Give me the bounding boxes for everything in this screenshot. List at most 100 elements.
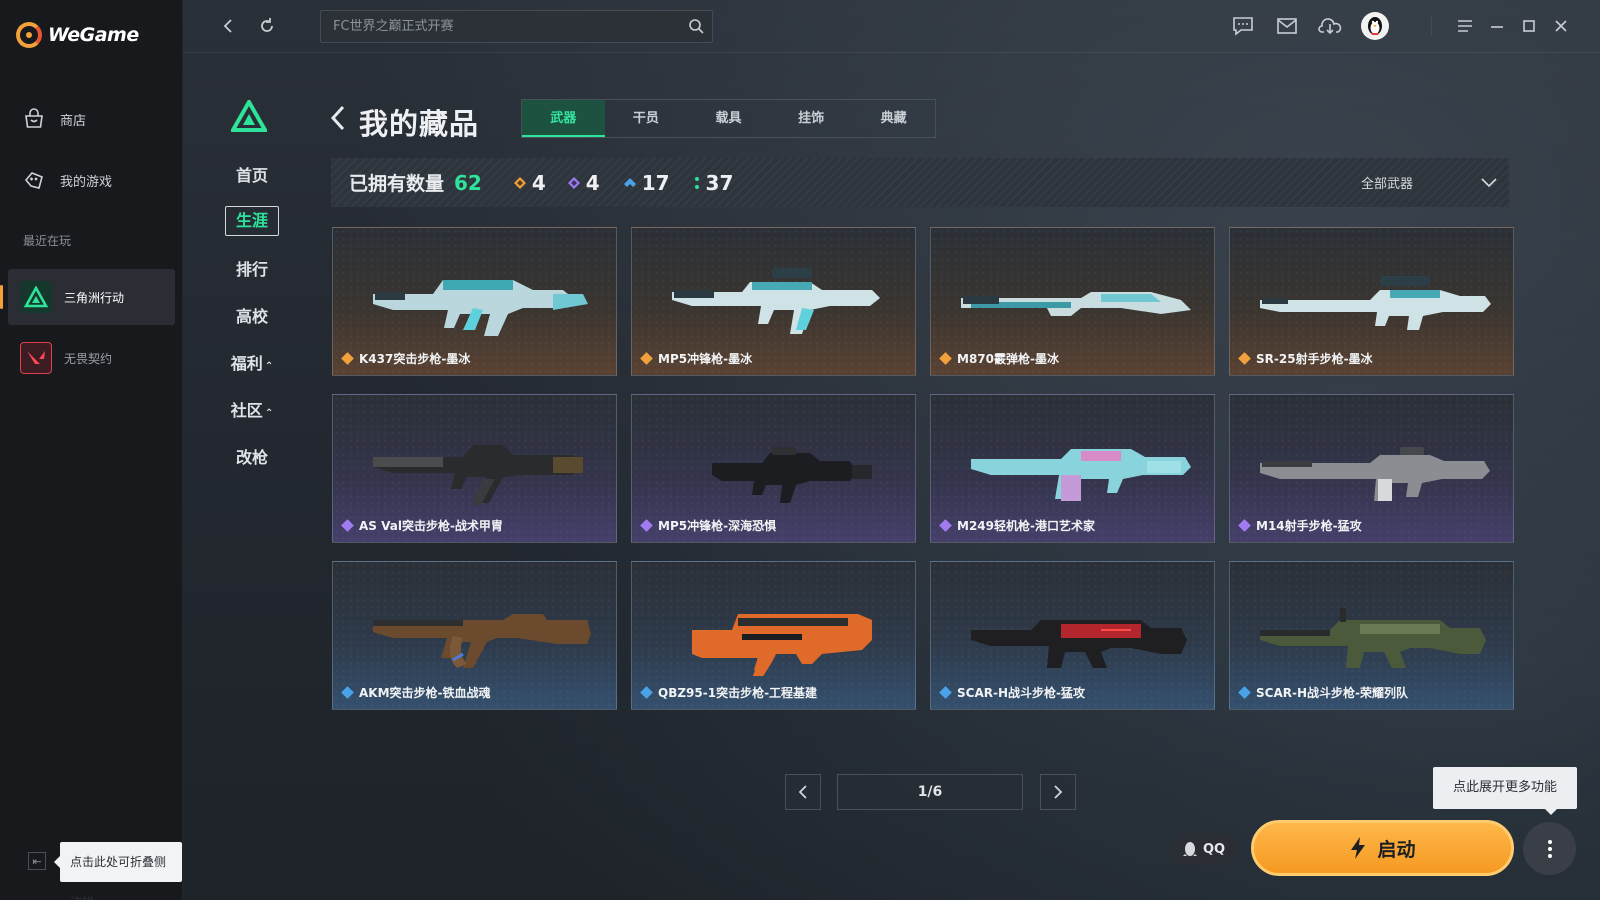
weapon-card[interactable]: AS Val突击步枪-战术甲胄 xyxy=(332,394,617,543)
weapon-label: SCAR-H战斗步枪-猛攻 xyxy=(939,684,1085,701)
main-content: 首页 生涯 排行 高校 福利⌃ 社区⌃ 改枪 我的藏品 武器 干员 载具 挂饰 … xyxy=(183,0,1600,900)
weapon-name: K437突击步枪-墨冰 xyxy=(359,352,471,366)
weapon-card[interactable]: K437突击步枪-墨冰 xyxy=(332,227,617,376)
delta-force-logo[interactable] xyxy=(229,97,269,136)
weapon-card[interactable]: M870霰弹枪-墨冰 xyxy=(930,227,1215,376)
weapon-name: SCAR-H战斗步枪-猛攻 xyxy=(957,686,1085,700)
nav-welfare[interactable]: 福利 ⌃ xyxy=(225,350,279,374)
weapon-card[interactable]: MP5冲锋枪-深海恐惧 xyxy=(631,394,916,543)
weapon-name: MP5冲锋枪-深海恐惧 xyxy=(658,519,777,533)
sidebar-game-delta-force[interactable]: 三角洲行动 xyxy=(0,269,175,325)
wegame-logo[interactable]: WeGame xyxy=(16,22,139,48)
weapon-label: M870霰弹枪-墨冰 xyxy=(939,350,1059,367)
weapon-name: MP5冲锋枪-墨冰 xyxy=(658,352,753,366)
close-button[interactable] xyxy=(1549,14,1573,38)
weapon-scar-h-honor-image xyxy=(1260,608,1486,668)
chat-button[interactable] xyxy=(1231,14,1255,38)
nav-ranking[interactable]: 排行 xyxy=(225,256,279,280)
green-dot-icon xyxy=(694,176,699,189)
blue-diamond-icon xyxy=(640,686,653,699)
filter-label: 全部武器 xyxy=(1360,177,1413,192)
weapon-qbz95-image xyxy=(692,614,872,676)
rarity-count: 37 xyxy=(705,170,734,195)
toolbar-divider xyxy=(1431,16,1432,36)
top-bar xyxy=(183,0,1600,53)
weapon-card[interactable]: AKM突击步枪-铁血战魂 xyxy=(332,561,617,710)
blue-diamond-icon xyxy=(939,686,952,699)
nav-label: 改枪 xyxy=(235,448,268,467)
back-button[interactable] xyxy=(217,14,241,38)
weapon-card[interactable]: MP5冲锋枪-墨冰 xyxy=(631,227,916,376)
weapon-name: SCAR-H战斗步枪-荣耀列队 xyxy=(1256,686,1408,700)
search-input[interactable] xyxy=(321,11,712,42)
hamburger-menu-icon xyxy=(1458,20,1472,32)
purple-diamond-icon xyxy=(640,519,653,532)
weapon-m249-image xyxy=(971,449,1191,501)
rarity-gold-count: 4 xyxy=(513,171,546,195)
launch-game-button[interactable]: 启动 xyxy=(1251,820,1514,876)
nav-label: 首页 xyxy=(235,166,268,185)
sidebar-game-valorant[interactable]: 无畏契约 xyxy=(8,330,175,386)
weapon-name: M870霰弹枪-墨冰 xyxy=(957,352,1059,366)
nav-label: 福利 xyxy=(230,354,263,373)
weapon-sr25-image xyxy=(1260,276,1491,330)
purple-diamond-icon xyxy=(1238,519,1251,532)
nav-home[interactable]: 首页 xyxy=(225,162,279,186)
tab-vehicles[interactable]: 载具 xyxy=(687,100,770,137)
store-bag-icon xyxy=(22,107,46,131)
more-options-button[interactable] xyxy=(1523,822,1576,875)
weapon-name: AKM突击步枪-铁血战魂 xyxy=(359,686,491,700)
minimize-button[interactable] xyxy=(1485,14,1509,38)
nav-gun-mod[interactable]: 改枪 xyxy=(225,444,279,468)
prev-page-button[interactable] xyxy=(785,774,821,810)
download-icon xyxy=(1318,18,1342,35)
more-options-tooltip: 点此展开更多功能 xyxy=(1433,767,1577,815)
weapon-mp5-image xyxy=(672,268,880,334)
menu-button[interactable] xyxy=(1453,14,1477,38)
mail-button[interactable] xyxy=(1275,14,1299,38)
sidebar-item-label: 商店 xyxy=(60,113,87,129)
minimize-icon xyxy=(1491,26,1503,28)
nav-college[interactable]: 高校 xyxy=(225,303,279,327)
nav-label: 社区 xyxy=(230,401,263,420)
next-page-button[interactable] xyxy=(1040,774,1076,810)
page-back-button[interactable] xyxy=(329,104,347,140)
sidebar-item-store[interactable]: 商店 xyxy=(22,107,86,131)
weapon-card[interactable]: M249轻机枪-港口艺术家 xyxy=(930,394,1215,543)
weapon-card[interactable]: SCAR-H战斗步枪-荣耀列队 xyxy=(1229,561,1514,710)
collapse-sidebar-button[interactable]: ⇤ xyxy=(28,852,46,870)
game-label: 无畏契约 xyxy=(64,351,113,366)
weapon-asval-image xyxy=(373,445,583,505)
gold-diamond-icon xyxy=(939,352,952,365)
nav-career[interactable]: 生涯 xyxy=(225,206,279,236)
collection-tabs: 武器 干员 载具 挂饰 典藏 xyxy=(521,99,936,138)
weapon-card[interactable]: SCAR-H战斗步枪-猛攻 xyxy=(930,561,1215,710)
chevron-left-icon xyxy=(223,19,232,33)
user-avatar[interactable] xyxy=(1361,12,1389,40)
blue-diamond-icon xyxy=(623,177,636,187)
sidebar-item-my-games[interactable]: 我的游戏 xyxy=(22,168,112,192)
purple-diamond-icon xyxy=(341,519,354,532)
weapon-m870-image xyxy=(961,292,1191,316)
lightning-icon xyxy=(1351,837,1366,859)
refresh-button[interactable] xyxy=(255,14,279,38)
rarity-count: 4 xyxy=(585,170,600,195)
weapon-card[interactable]: SR-25射手步枪-墨冰 xyxy=(1229,227,1514,376)
weapon-card[interactable]: QBZ95-1突击步枪-工程基建 xyxy=(631,561,916,710)
weapon-filter-dropdown[interactable]: 全部武器 xyxy=(1361,158,1497,207)
tab-charms[interactable]: 挂饰 xyxy=(770,100,853,137)
download-button[interactable] xyxy=(1318,14,1342,38)
tab-operators[interactable]: 干员 xyxy=(605,100,688,137)
vertical-dots-icon xyxy=(1547,839,1552,858)
weapon-name: M249轻机枪-港口艺术家 xyxy=(957,519,1095,533)
collapse-sidebar-tooltip: 点击此处可折叠侧边栏 xyxy=(54,842,182,900)
weapon-card[interactable]: M14射手步枪-猛攻 xyxy=(1229,394,1514,543)
maximize-button[interactable] xyxy=(1517,14,1541,38)
chevron-up-icon: ⌃ xyxy=(264,408,274,419)
qq-login-button[interactable]: QQ xyxy=(1170,833,1238,865)
tab-collection[interactable]: 典藏 xyxy=(852,100,935,137)
tab-weapons[interactable]: 武器 xyxy=(522,100,605,137)
nav-community[interactable]: 社区 ⌃ xyxy=(225,397,279,421)
search-icon[interactable] xyxy=(688,18,704,38)
weapon-grid: K437突击步枪-墨冰 MP5冲锋枪-墨冰 M870霰弹枪-墨冰 SR-25射手… xyxy=(332,227,1514,717)
